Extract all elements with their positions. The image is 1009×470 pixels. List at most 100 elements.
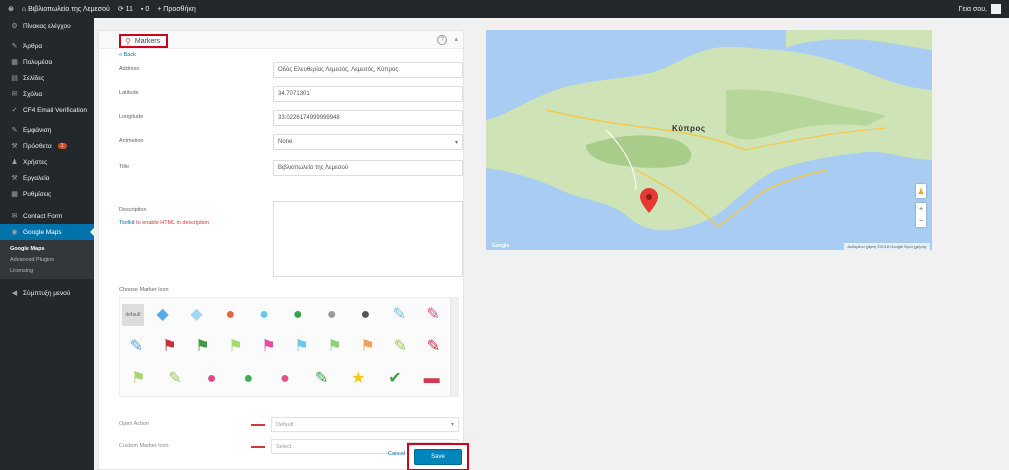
animation-select[interactable]: None ▾ [273,134,463,150]
sidebar-item-label: Εμφάνιση [23,126,52,134]
update-badge: 1 [57,143,67,149]
back-link[interactable]: « Back [119,52,136,58]
description-editor[interactable] [273,201,463,277]
content-area: ⚲ Markers ? ▴ « Back Address Οδός Ελευθερ… [94,18,1009,470]
sidebar-item-tools[interactable]: ⚒ Εργαλεία [0,170,94,186]
marker-option-icon[interactable]: ● [197,371,227,387]
wordpress-logo-icon[interactable]: ⊛ [8,5,14,13]
street-view-pegman-icon[interactable]: ♟ [916,184,926,198]
marker-option-icon[interactable]: ● [270,371,300,387]
marker-option-icon[interactable]: ▬ [417,371,447,387]
marker-icon-row: ⚑ ✎ ● ● ● ✎ ★ ✔ ▬ [120,364,450,394]
zoom-control: + − [916,203,926,227]
submenu-item[interactable]: Advanced Plugins [0,254,94,265]
sidebar-item-comments[interactable]: ✉ Σχόλια [0,86,94,102]
sidebar-item-users[interactable]: ♟ Χρήστες [0,154,94,170]
sidebar-item-label: Σχόλια [23,90,43,98]
new-content-link[interactable]: + Προσθήκη [157,6,195,13]
sidebar-item-label: Εργαλεία [23,174,50,182]
sidebar-item-email-verification[interactable]: ✓ CF4 Email Verification [0,102,94,118]
dashboard-icon: ⚙ [11,23,18,30]
marker-option-icon[interactable]: ⚑ [221,339,251,355]
zoom-in-button[interactable]: + [919,206,923,213]
sidebar-item-pages[interactable]: ▤ Σελίδες [0,70,94,86]
sidebar-item-contact-form[interactable]: ✉ Contact Form [0,208,94,224]
sidebar-item-media[interactable]: ▦ Πολυμέσα [0,54,94,70]
help-icon[interactable]: ? [437,35,447,45]
marker-option-icon[interactable]: ✎ [386,339,416,355]
updates-link[interactable]: ⟳ 11 [118,5,133,14]
map-view[interactable]: Κύπρος ♟ + − Google Δεδομένα χάρτη ©2018… [486,30,932,250]
marker-option-icon[interactable]: ● [233,371,263,387]
admin-sidebar: ⚙ Πίνακας ελέγχου ✎ Άρθρα ▦ Πολυμέσα ▤ Σελίδες ✉… [0,18,94,470]
marker-option-icon[interactable]: ● [249,307,279,323]
marker-option-icon[interactable]: ✔ [380,371,410,387]
marker-option-icon[interactable]: ✎ [384,307,414,323]
marker-option-icon[interactable]: ✎ [160,371,190,387]
marker-option-icon[interactable]: ⚑ [320,339,350,355]
site-name-link[interactable]: ⌂ Βιβλιοπωλείο της Λεμεσού [22,6,110,13]
submenu-item[interactable]: Licensing [0,265,94,276]
map-footer: Google Δεδομένα χάρτη ©2018 Google Όροι … [486,242,932,250]
marker-option-icon[interactable]: ⚑ [188,339,218,355]
longitude-input[interactable]: 33.0226174999999948 [273,110,463,126]
zoom-out-button[interactable]: − [919,218,923,225]
marker-option-icon[interactable]: ⚑ [123,371,153,387]
open-action-select[interactable]: Default ▾ [271,417,459,432]
marker-option-icon[interactable]: ⚑ [287,339,317,355]
marker-icon-row: default ◆ ◆ ● ● ● ● ● ✎ ✎ [120,300,450,330]
marker-option-icon[interactable]: ● [317,307,347,323]
marker-option-icon[interactable]: ⚑ [353,339,383,355]
title-input[interactable]: Βιβλιοπωλείο της Λεμεσού [273,160,463,176]
field-value: Οδός Ελευθερίας Λεμεσός, Λεμεσός, Κύπρος [278,67,399,73]
marker-option-icon[interactable]: ⚑ [254,339,284,355]
pages-icon: ▤ [11,75,18,82]
save-button[interactable]: Save [414,449,462,465]
marker-option-icon[interactable]: ✎ [307,371,337,387]
marker-icon-grid: default ◆ ◆ ● ● ● ● ● ✎ ✎ ✎ ⚑ ⚑ ⚑ ⚑ ⚑ ⚑ ⚑ ✎ ✎ ⚑ ✎ ● ● ● ✎ ★ ✔ ▬ [119,297,459,397]
marker-option-icon[interactable]: ✎ [122,339,152,355]
marker-option-icon[interactable]: ✎ [418,307,448,323]
collapse-menu-button[interactable]: ◀ Σύμπτυξη μενού [0,285,94,301]
sidebar-item-google-maps[interactable]: ◉ Google Maps [0,224,94,240]
plugins-icon: ⚒ [11,143,18,150]
collapse-icon[interactable]: ▴ [454,35,458,43]
user-account[interactable]: Γεια σου, [958,0,1001,18]
marker-option-icon[interactable]: ★ [343,371,373,387]
users-icon: ♟ [11,159,18,166]
marker-option-icon[interactable]: ⚑ [155,339,185,355]
marker-option-icon[interactable]: ◆ [181,307,211,323]
sidebar-item-dashboard[interactable]: ⚙ Πίνακας ελέγχου [0,18,94,34]
description-hint-text: to enable HTML in description [134,220,209,226]
grid-scrollbar[interactable] [450,298,458,396]
sidebar-item-posts[interactable]: ✎ Άρθρα [0,38,94,54]
avatar [991,4,1001,14]
sidebar-item-label: Πίνακας ελέγχου [23,22,71,30]
updates-count: 11 [125,5,133,13]
marker-option-icon[interactable]: ✎ [419,339,449,355]
chevron-down-icon: ▾ [450,422,454,428]
address-input[interactable]: Οδός Ελευθερίας Λεμεσός, Λεμεσός, Κύπρος [273,62,463,78]
comments-icon: ✉ [11,91,18,98]
sidebar-item-appearance[interactable]: ✎ Εμφάνιση [0,122,94,138]
map-terms-link[interactable]: Δεδομένα χάρτη ©2018 Google Όροι χρήσης [844,243,930,250]
description-label: Description [119,207,147,213]
collapse-menu-label: Σύμπτυξη μενού [23,289,71,297]
marker-option-icon[interactable]: ● [350,307,380,323]
marker-option-icon[interactable]: ◆ [148,307,178,323]
option-row: Open Action Default ▾ [119,417,459,433]
marker-option-icon[interactable]: ● [283,307,313,323]
sidebar-item-plugins[interactable]: ⚒ Πρόσθετα 1 [0,138,94,154]
sidebar-item-label: Σελίδες [23,74,45,82]
marker-option-icon[interactable]: ● [215,307,245,323]
cancel-link[interactable]: Cancel [388,451,405,457]
toolkit-link[interactable]: Toolkit [119,220,135,226]
sidebar-item-settings[interactable]: ▦ Ρυθμίσεις [0,186,94,202]
appearance-icon: ✎ [11,127,18,134]
comments-link[interactable]: ▪ 0 [141,6,149,13]
description-hint: Toolkit to enable HTML in description [119,220,209,226]
field-value: None [278,139,293,145]
submenu-item[interactable]: Google Maps [0,243,94,254]
default-marker-option[interactable]: default [121,304,144,326]
latitude-input[interactable]: 34.7071301 [273,86,463,102]
